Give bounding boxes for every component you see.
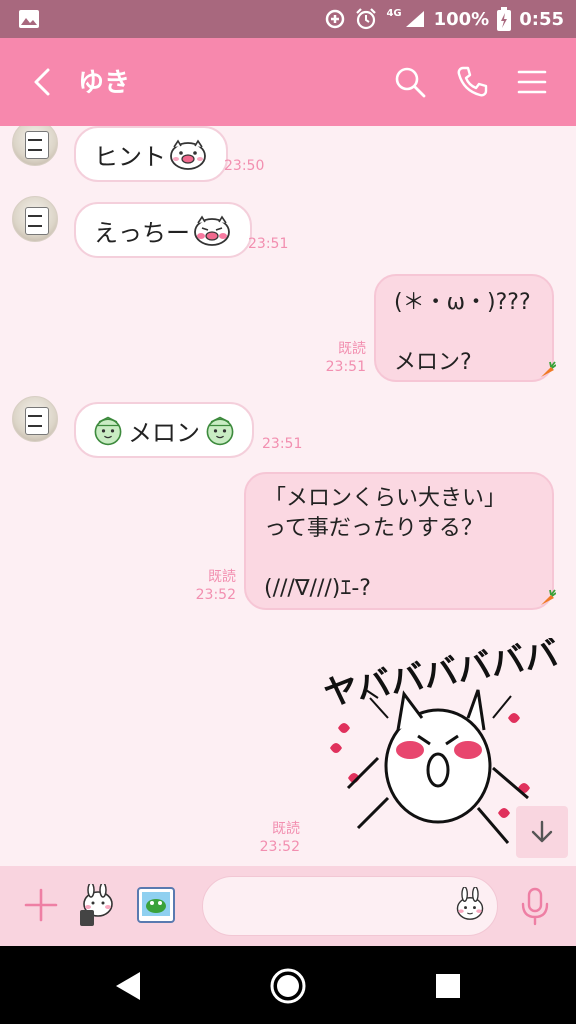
battery-icon <box>497 7 512 31</box>
message-line: メロン? <box>394 350 472 375</box>
pig-face-emoji-icon <box>170 139 206 170</box>
recents-nav-icon[interactable] <box>428 966 468 1006</box>
gallery-icon <box>19 10 39 28</box>
timestamp: 23:51 <box>248 236 289 252</box>
message-input[interactable] <box>225 891 445 921</box>
message-line <box>394 318 534 348</box>
scroll-to-bottom-button[interactable] <box>516 806 568 858</box>
message-bubble[interactable]: (＊・ω・)??? メロン? <box>374 274 554 382</box>
emoji-icon[interactable] <box>453 887 487 921</box>
message-input-field[interactable] <box>202 876 498 936</box>
avatar[interactable] <box>12 126 58 166</box>
status-bar: 4G 100% 0:55 <box>0 0 576 38</box>
chat-header: ゆき <box>0 38 576 126</box>
message-line: って事だったりする？ <box>264 516 483 541</box>
phone-icon[interactable] <box>454 64 490 100</box>
timestamp: 23:51 <box>325 359 366 375</box>
mic-icon[interactable] <box>518 886 552 926</box>
input-bar <box>0 866 576 946</box>
clock: 0:55 <box>519 8 564 30</box>
menu-icon[interactable] <box>514 64 550 100</box>
pig-blush-emoji-icon <box>194 215 230 246</box>
chat-area[interactable]: ヒント 23:50 えっちー 23:51 (＊・ω・)??? メロン? 既読 2… <box>0 126 576 866</box>
search-icon[interactable] <box>392 64 428 100</box>
plus-icon[interactable] <box>24 888 58 922</box>
signal-icon <box>405 11 424 27</box>
message-text: ヒント <box>94 142 166 171</box>
avatar[interactable] <box>12 396 58 442</box>
message-line: (＊・ω・)??? <box>394 290 531 315</box>
message-bubble[interactable]: メロン <box>74 402 254 458</box>
melon-face-emoji-icon <box>94 416 122 446</box>
read-receipt: 既読 23:52 <box>188 568 236 604</box>
read-label: 既読 <box>208 569 236 585</box>
back-nav-icon[interactable] <box>108 966 148 1006</box>
battery-level: 100% <box>433 8 490 30</box>
home-nav-icon[interactable] <box>268 966 308 1006</box>
message-line <box>264 544 534 574</box>
sticker-text: ヤババババババ <box>321 638 558 714</box>
read-label: 既読 <box>338 341 366 357</box>
data-saver-icon <box>326 9 345 29</box>
timestamp: 23:50 <box>224 158 265 174</box>
message-bubble[interactable]: ヒント <box>74 126 228 182</box>
message-bubble[interactable]: 「メロンくらい大きい」 って事だったりする？ (///∇///)ｴ-? <box>244 472 554 610</box>
avatar[interactable] <box>12 196 58 242</box>
network-type: 4G <box>386 7 402 19</box>
message-text: えっちー <box>94 218 190 247</box>
timestamp: 23:52 <box>195 587 236 603</box>
carrot-icon <box>541 589 556 605</box>
sticker-icon[interactable] <box>76 884 118 928</box>
message-line: (///∇///)ｴ-? <box>264 576 371 601</box>
carrot-icon <box>541 361 556 377</box>
navigation-bar <box>0 946 576 1024</box>
chat-title: ゆき <box>78 68 131 98</box>
message-bubble[interactable]: えっちー <box>74 202 252 258</box>
timestamp: 23:52 <box>259 839 300 855</box>
read-receipt: 既読 23:51 <box>318 340 366 376</box>
message-text: メロン <box>128 418 200 447</box>
image-icon[interactable] <box>136 886 176 924</box>
back-icon[interactable] <box>26 64 62 100</box>
timestamp: 23:51 <box>262 436 303 452</box>
arrow-down-icon <box>531 820 553 843</box>
read-label: 既読 <box>272 821 300 837</box>
melon-face-emoji-icon <box>206 416 234 446</box>
message-line: 「メロンくらい大きい」 <box>264 486 507 511</box>
read-receipt: 既読 23:52 <box>252 820 300 856</box>
alarm-icon <box>356 8 377 30</box>
